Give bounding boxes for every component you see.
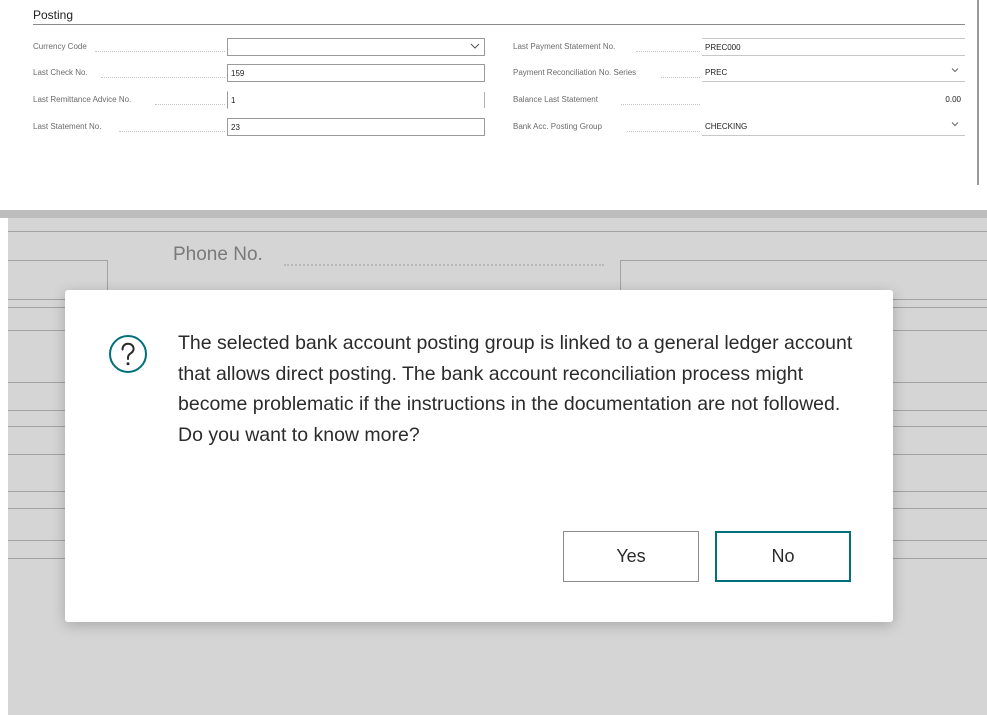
field-label: Currency Code (33, 42, 87, 51)
last-check-no-row: Last Check No. 159 (33, 64, 485, 84)
dotted-leader (284, 264, 604, 266)
section-title[interactable]: Posting (33, 8, 73, 22)
last-payment-statement-row: Last Payment Statement No. PREC000 (513, 38, 965, 58)
dotted-leader (621, 96, 700, 105)
payment-reconciliation-series-row: Payment Reconciliation No. Series PREC (513, 64, 965, 84)
last-check-no-input[interactable]: 159 (227, 64, 485, 82)
bank-acc-posting-group-dropdown[interactable]: CHECKING (702, 118, 965, 136)
overlay-edge (0, 218, 8, 715)
chevron-down-icon[interactable] (951, 67, 959, 75)
field-label: Last Check No. (33, 68, 88, 77)
dotted-leader (636, 43, 700, 52)
field-label: Last Statement No. (33, 122, 102, 131)
field-label: Balance Last Statement (513, 95, 598, 104)
overlay-edge (0, 210, 987, 218)
field-value: CHECKING (705, 122, 748, 131)
currency-code-dropdown[interactable] (227, 38, 485, 56)
balance-last-statement-row: Balance Last Statement 0.00 (513, 91, 965, 111)
section-divider (33, 24, 965, 25)
balance-last-statement-value: 0.00 (945, 95, 961, 104)
confirm-dialog: The selected bank account posting group … (65, 290, 893, 622)
dotted-leader (627, 123, 700, 132)
posting-fasttab: Posting Currency Code Last Check No. 159… (0, 0, 987, 185)
field-label: Last Remittance Advice No. (33, 95, 132, 104)
chevron-down-icon[interactable] (470, 42, 480, 50)
dotted-leader (661, 69, 700, 78)
field-label: Last Payment Statement No. (513, 42, 616, 51)
last-remittance-advice-input[interactable]: 1 (227, 91, 485, 109)
field-value: PREC (705, 68, 728, 77)
currency-code-row: Currency Code (33, 38, 485, 58)
dialog-message: The selected bank account posting group … (178, 332, 853, 446)
last-statement-no-row: Last Statement No. 23 (33, 118, 485, 138)
yes-button[interactable]: Yes (563, 531, 699, 582)
dotted-leader (95, 43, 225, 52)
background-field-label: Phone No. (173, 244, 263, 265)
last-statement-no-input[interactable]: 23 (227, 118, 485, 136)
last-payment-statement-input[interactable]: PREC000 (702, 38, 965, 56)
field-label: Payment Reconciliation No. Series (513, 68, 637, 77)
dotted-leader (101, 69, 225, 78)
field-label: Bank Acc. Posting Group (513, 122, 602, 131)
panel-edge (977, 0, 979, 185)
dotted-leader (119, 123, 225, 132)
background-divider (8, 231, 987, 232)
chevron-down-icon[interactable] (951, 121, 959, 129)
question-circle-icon (107, 333, 149, 375)
payment-reconciliation-series-dropdown[interactable]: PREC (702, 64, 965, 82)
last-remittance-advice-row: Last Remittance Advice No. 1 (33, 91, 485, 111)
dotted-leader (155, 96, 225, 105)
bank-acc-posting-group-row: Bank Acc. Posting Group CHECKING (513, 118, 965, 138)
no-button[interactable]: No (715, 531, 851, 582)
column-edge (484, 92, 485, 108)
